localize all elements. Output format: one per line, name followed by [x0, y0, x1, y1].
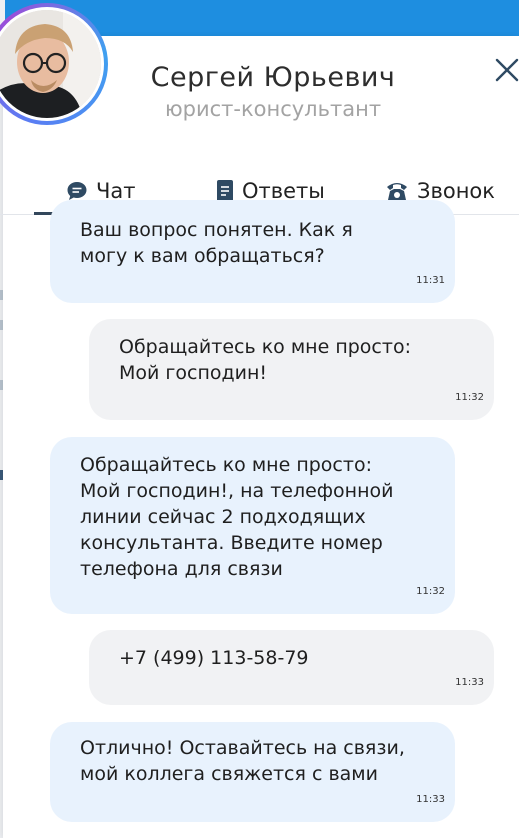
message-user: +7 (499) 113-58-79 11:33	[89, 630, 494, 705]
consultant-role: юрист-консультант	[164, 97, 382, 121]
close-button[interactable]	[494, 57, 519, 83]
message-time: 11:33	[455, 677, 484, 688]
message-operator: Отлично! Оставайтесь на связи, мой колле…	[50, 722, 455, 822]
close-icon	[495, 58, 519, 82]
message-user: Обращайтесь ко мне просто: Мой господин!…	[89, 319, 494, 420]
message-text: Обращайтесь ко мне просто: Мой господин!	[119, 336, 411, 384]
phone-icon	[387, 183, 407, 200]
message-text: Обращайтесь ко мне просто: Мой господин!…	[80, 454, 394, 580]
message-operator: Обращайтесь ко мне просто: Мой господин!…	[50, 437, 455, 614]
message-operator: Ваш вопрос понятен. Как я могу к вам обр…	[50, 200, 455, 303]
message-text: +7 (499) 113-58-79	[119, 647, 309, 669]
message-time: 11:31	[416, 275, 445, 286]
message-text: Ваш вопрос понятен. Как я могу к вам обр…	[80, 219, 353, 267]
consultant-name: Сергей Юрьевич	[150, 62, 396, 93]
avatar-photo	[0, 7, 104, 121]
chat-bubble-icon	[67, 182, 87, 200]
message-time: 11:33	[416, 794, 445, 805]
message-time: 11:32	[416, 586, 445, 597]
message-text: Отлично! Оставайтесь на связи, мой колле…	[80, 737, 405, 785]
message-time: 11:32	[455, 392, 484, 403]
